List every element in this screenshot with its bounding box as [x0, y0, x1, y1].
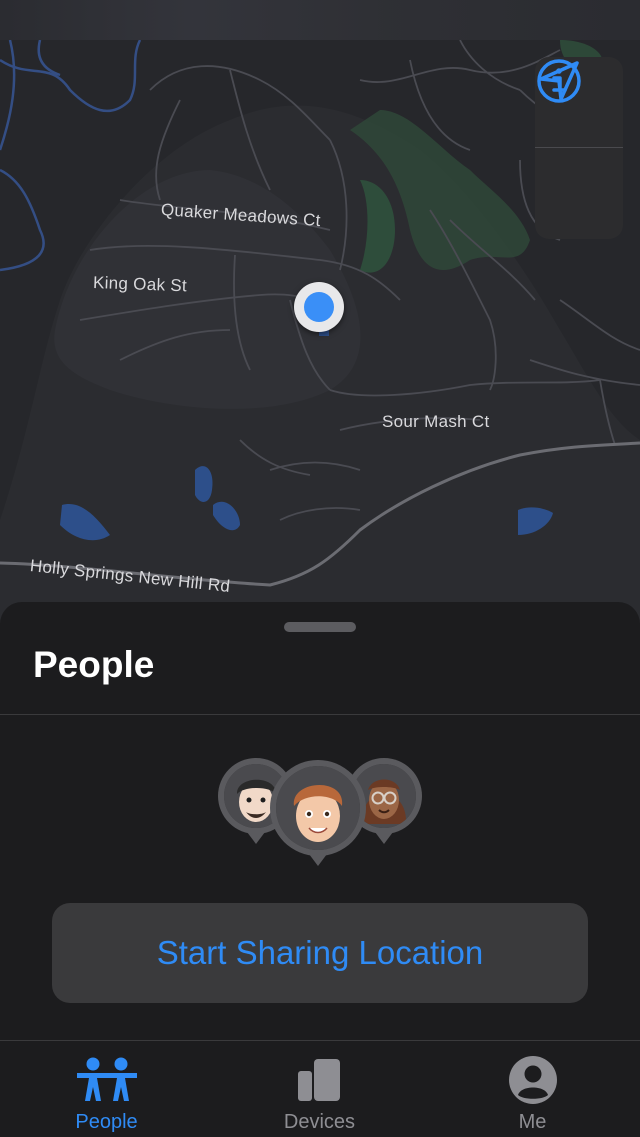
sheet-grabber[interactable] [284, 622, 356, 632]
tab-bar: People Devices Me [0, 1040, 640, 1137]
map-controls [535, 57, 623, 239]
tab-me-label: Me [518, 1111, 547, 1133]
tab-devices-label: Devices [283, 1111, 356, 1133]
street-label-sour-mash: Sour Mash Ct [382, 412, 490, 431]
start-sharing-location-button[interactable]: Start Sharing Location [52, 903, 588, 1003]
tab-people[interactable]: People [0, 1041, 213, 1137]
devices-icon [297, 1059, 340, 1101]
people-icon [76, 1057, 137, 1101]
memoji-avatar-group [0, 752, 640, 882]
sheet-divider [0, 714, 640, 715]
memoji-man-red-hair-icon [276, 766, 360, 850]
tab-devices[interactable]: Devices [213, 1041, 426, 1137]
people-sheet: People Start Sharing Location [0, 602, 640, 1040]
map-view[interactable]: Quaker Meadows Ct King Oak St Sour Mash … [0, 0, 640, 640]
person-circle-icon [508, 1056, 557, 1104]
status-bar [0, 0, 640, 40]
sheet-title: People [33, 644, 155, 685]
tab-people-label: People [75, 1111, 138, 1133]
track-location-button[interactable] [535, 61, 623, 238]
street-label-king-oak: King Oak St [92, 273, 188, 296]
tab-me[interactable]: Me [426, 1041, 639, 1137]
current-location-marker[interactable] [294, 282, 344, 332]
location-arrow-icon [539, 61, 579, 101]
avatar-center [270, 760, 366, 866]
